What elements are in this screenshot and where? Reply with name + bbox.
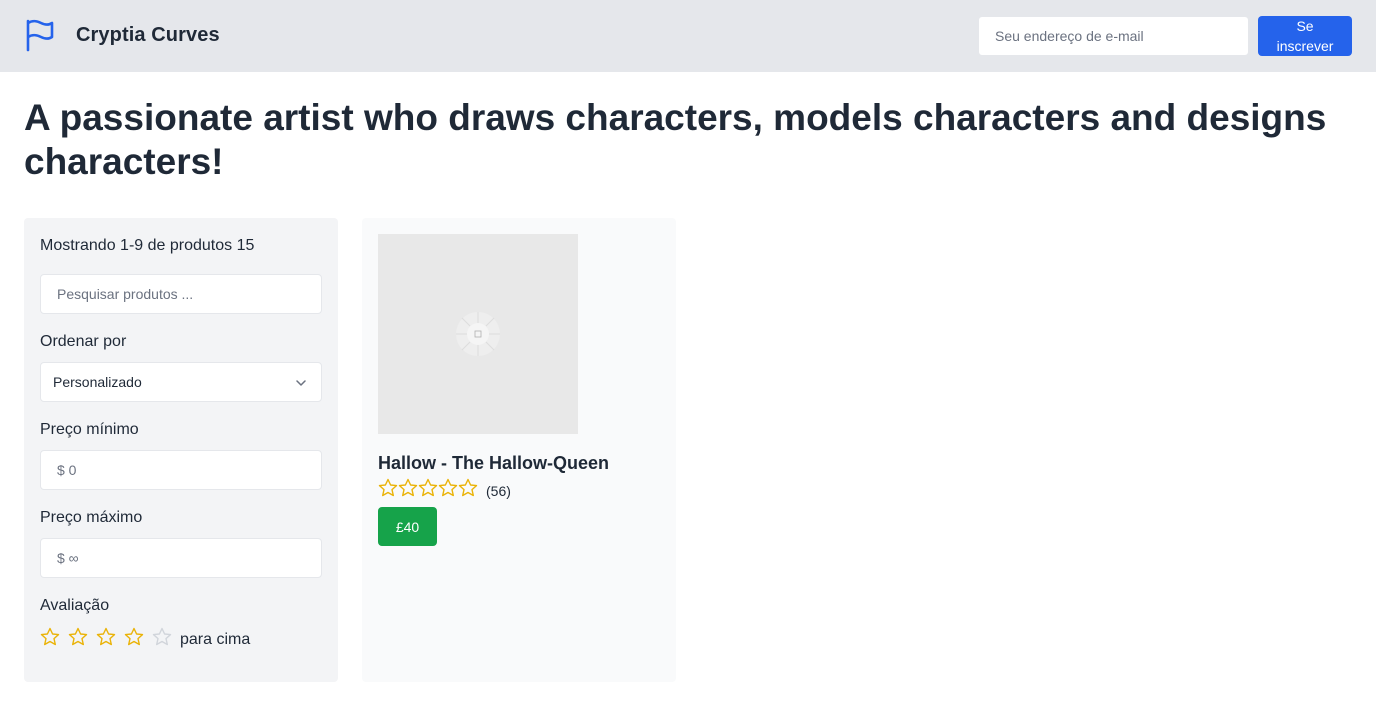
rating-filter: para cima — [40, 627, 250, 652]
top-navbar: Cryptia Curves Se inscrever — [0, 0, 1376, 72]
image-placeholder-icon — [456, 312, 500, 361]
flag-icon — [24, 18, 56, 52]
product-rating: (56) — [378, 478, 511, 503]
review-count: (56) — [486, 482, 511, 499]
brand-name: Cryptia Curves — [76, 23, 220, 46]
min-price-label: Preço mínimo — [40, 421, 139, 438]
brand[interactable]: Cryptia Curves — [24, 18, 220, 52]
star-icon[interactable] — [40, 627, 60, 652]
chevron-down-icon — [295, 376, 307, 392]
rating-suffix: para cima — [180, 630, 251, 648]
star-icon — [438, 478, 458, 503]
max-price-input[interactable] — [40, 538, 322, 578]
sort-value: Personalizado — [53, 374, 142, 390]
star-icon — [458, 478, 478, 503]
subscribe-button[interactable]: Se inscrever — [1258, 16, 1352, 56]
sort-label: Ordenar por — [40, 333, 127, 350]
email-input[interactable] — [978, 16, 1249, 56]
star-icon — [418, 478, 438, 503]
star-icon[interactable] — [152, 627, 172, 652]
product-card[interactable]: Hallow - The Hallow-Queen (56) £40 — [362, 218, 676, 682]
filters-panel: Mostrando 1-9 de produtos 15 Ordenar por… — [24, 218, 338, 682]
product-title[interactable]: Hallow - The Hallow-Queen — [378, 453, 609, 474]
star-icon[interactable] — [68, 627, 88, 652]
rating-label: Avaliação — [40, 597, 110, 614]
product-image[interactable] — [378, 234, 578, 434]
min-price-input[interactable] — [40, 450, 322, 490]
star-icon[interactable] — [96, 627, 116, 652]
star-icon — [398, 478, 418, 503]
results-count: Mostrando 1-9 de produtos 15 — [40, 237, 255, 254]
max-price-label: Preço máximo — [40, 509, 143, 526]
price-button[interactable]: £40 — [378, 507, 437, 546]
sort-select[interactable]: Personalizado — [40, 362, 322, 402]
star-icon[interactable] — [124, 627, 144, 652]
page-headline: A passionate artist who draws characters… — [24, 97, 1327, 182]
star-icon — [378, 478, 398, 503]
search-input[interactable] — [40, 274, 322, 314]
